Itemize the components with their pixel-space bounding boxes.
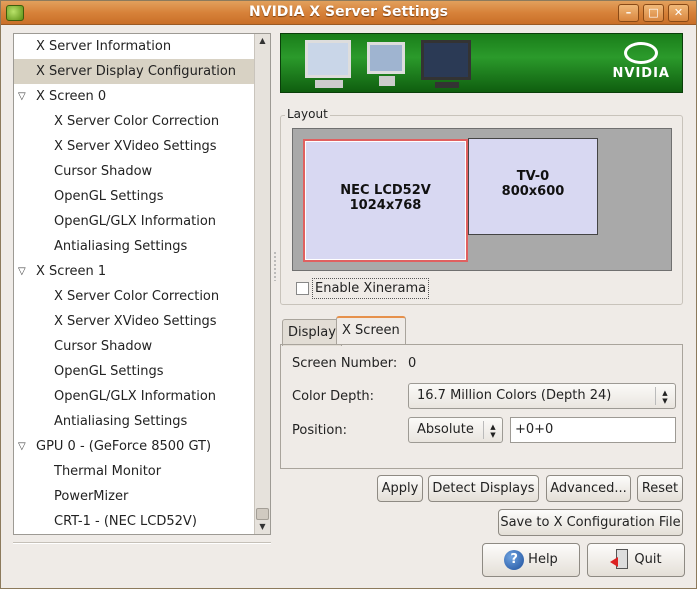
tree-item[interactable]: X Server Color Correction — [14, 109, 254, 134]
position-offset-input[interactable]: +0+0 — [510, 417, 676, 443]
tree-item[interactable]: Antialiasing Settings — [14, 234, 254, 259]
tree-item-label: Cursor Shadow — [54, 164, 153, 179]
tree-item-label: X Screen 1 — [36, 264, 107, 279]
reset-button[interactable]: Reset — [637, 475, 683, 502]
separator — [13, 542, 271, 544]
tree-item-label: GPU 0 - (GeForce 8500 GT) — [36, 439, 212, 454]
tree-item-label: CRT-1 - (NEC LCD52V) — [54, 514, 197, 529]
screen-number-label: Screen Number: — [292, 356, 398, 371]
title-bar[interactable]: NVIDIA X Server Settings – □ ✕ — [1, 1, 696, 25]
tree-item-label: X Screen 0 — [36, 89, 107, 104]
xinerama-label[interactable]: Enable Xinerama — [312, 278, 430, 299]
position-label: Position: — [292, 423, 347, 438]
tree-item-label: X Server XVideo Settings — [54, 314, 217, 329]
scrollbar-thumb[interactable] — [256, 508, 269, 520]
window-title: NVIDIA X Server Settings — [249, 4, 448, 20]
tree-item[interactable]: OpenGL Settings — [14, 359, 254, 384]
nvidia-logo: NVIDIA — [613, 42, 670, 81]
help-label: Help — [528, 552, 558, 567]
screen-resolution: 1024x768 — [349, 198, 422, 213]
quit-label: Quit — [634, 552, 662, 567]
updown-arrows-icon: ▲ ▼ — [490, 423, 496, 439]
tree-item[interactable]: OpenGL/GLX Information — [14, 384, 254, 409]
tree-item-label: Thermal Monitor — [54, 464, 162, 479]
tree-item[interactable]: X Server Information — [14, 34, 254, 59]
close-button[interactable]: ✕ — [668, 4, 689, 22]
tree-item[interactable]: X Server XVideo Settings — [14, 309, 254, 334]
screen-number-value: 0 — [408, 356, 417, 371]
minimize-button[interactable]: – — [618, 4, 639, 22]
advanced-button[interactable]: Advanced... — [546, 475, 631, 502]
tree-item[interactable]: X Server Display Configuration — [14, 59, 254, 84]
tree-item[interactable]: CRT-1 - (NEC LCD52V) — [14, 509, 254, 534]
tree-item[interactable]: ▽ X Screen 1 — [14, 259, 254, 284]
screen-name: NEC LCD52V — [340, 183, 431, 198]
tree-item-label: OpenGL Settings — [54, 364, 164, 379]
quit-button[interactable]: Quit — [587, 543, 685, 577]
quit-exit-icon — [610, 548, 630, 571]
tree-item-label: OpenGL Settings — [54, 189, 164, 204]
layout-canvas[interactable]: NEC LCD52V 1024x768 TV-0 800x600 — [292, 128, 672, 271]
tree-item-label: Antialiasing Settings — [54, 414, 188, 429]
screen-resolution: 800x600 — [501, 184, 565, 199]
tree-item-label: Antialiasing Settings — [54, 239, 188, 254]
tree-item[interactable]: Antialiasing Settings — [14, 409, 254, 434]
tree-item-label: X Server Color Correction — [54, 114, 220, 129]
expander-triangle-icon[interactable]: ▽ — [18, 84, 26, 109]
screen-tv-0[interactable]: TV-0 800x600 — [468, 138, 598, 235]
window: NVIDIA X Server Settings – □ ✕ X Server … — [0, 0, 697, 589]
apply-button[interactable]: Apply — [377, 475, 423, 502]
scroll-up-arrow-icon[interactable]: ▲ — [255, 34, 270, 48]
save-to-x-config-button[interactable]: Save to X Configuration File — [498, 509, 683, 536]
maximize-button[interactable]: □ — [643, 4, 664, 22]
xinerama-checkbox[interactable] — [296, 282, 309, 295]
position-mode-select[interactable]: Absolute ▲ ▼ — [408, 417, 503, 443]
screen-name: TV-0 — [516, 169, 550, 184]
tree-item-label: X Server Information — [36, 39, 172, 54]
nvidia-eye-icon — [624, 42, 659, 64]
tree-item[interactable]: X Server XVideo Settings — [14, 134, 254, 159]
tree-item-label: X Server XVideo Settings — [54, 139, 217, 154]
tree-item[interactable]: ▽ GPU 0 - (GeForce 8500 GT) — [14, 434, 254, 459]
color-depth-value: 16.7 Million Colors (Depth 24) — [417, 388, 612, 403]
help-icon: ? — [504, 549, 525, 570]
tree-item-label: PowerMizer — [54, 489, 129, 504]
expander-triangle-icon[interactable]: ▽ — [18, 434, 26, 459]
navigation-tree: X Server Information X Server Display Con… — [13, 33, 271, 535]
tree-item-label: X Server Color Correction — [54, 289, 220, 304]
position-mode-value: Absolute — [417, 422, 474, 437]
scroll-down-arrow-icon[interactable]: ▼ — [255, 520, 270, 534]
tree-item[interactable]: Cursor Shadow — [14, 159, 254, 184]
tree-item-label: X Server Display Configuration — [36, 64, 237, 79]
tree-item-label: OpenGL/GLX Information — [54, 389, 217, 404]
color-depth-select[interactable]: 16.7 Million Colors (Depth 24) ▲ ▼ — [408, 383, 676, 409]
tree-item[interactable]: Cursor Shadow — [14, 334, 254, 359]
layout-label: Layout — [285, 107, 330, 121]
tree-item[interactable]: X Server Color Correction — [14, 284, 254, 309]
tree-scrollbar[interactable]: ▲ ▼ — [254, 34, 270, 534]
help-button[interactable]: ? Help — [482, 543, 580, 577]
display-config-banner: NVIDIA — [280, 33, 683, 93]
tree-item[interactable]: ▽ X Screen 0 — [14, 84, 254, 109]
tree-item[interactable]: PowerMizer — [14, 484, 254, 509]
detect-displays-button[interactable]: Detect Displays — [428, 475, 539, 502]
pane-splitter-handle[interactable] — [273, 251, 277, 281]
tab-x-screen[interactable]: X Screen — [336, 316, 406, 345]
tree-item[interactable]: Thermal Monitor — [14, 459, 254, 484]
tree-item-label: Cursor Shadow — [54, 339, 153, 354]
color-depth-label: Color Depth: — [292, 389, 375, 404]
tab-display[interactable]: Display — [282, 319, 342, 346]
tree-item-label: OpenGL/GLX Information — [54, 214, 217, 229]
tree-item[interactable]: OpenGL/GLX Information — [14, 209, 254, 234]
tree-item[interactable]: OpenGL Settings — [14, 184, 254, 209]
screen-nec-lcd52v[interactable]: NEC LCD52V 1024x768 — [303, 139, 468, 262]
expander-triangle-icon[interactable]: ▽ — [18, 259, 26, 284]
updown-arrows-icon: ▲ ▼ — [662, 389, 668, 405]
